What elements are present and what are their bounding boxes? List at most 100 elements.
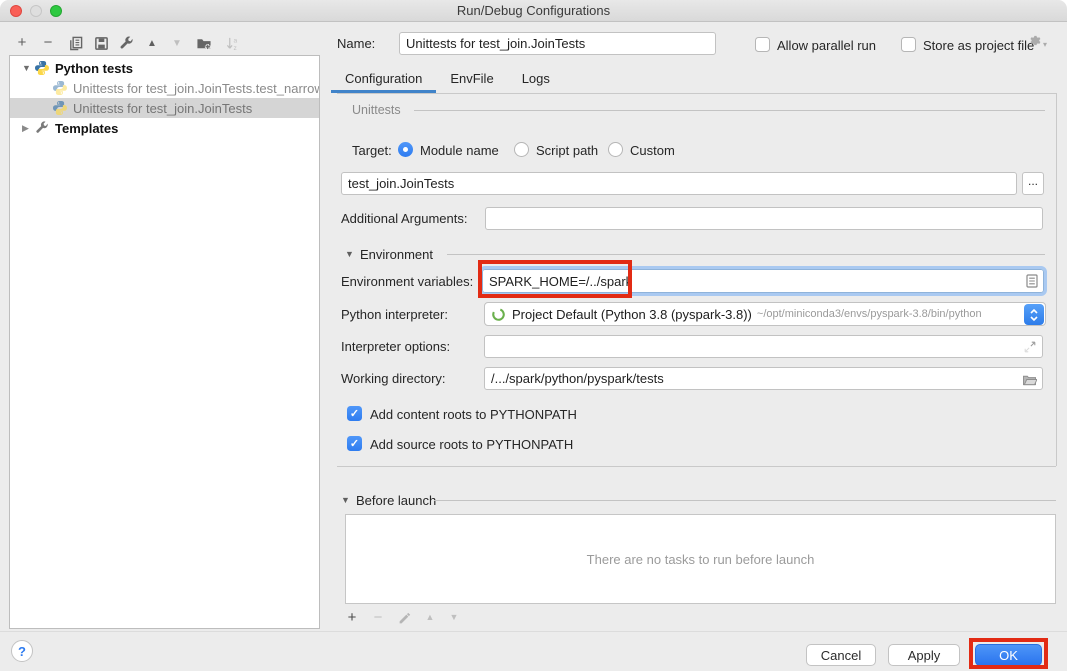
python-icon bbox=[52, 100, 68, 116]
add-content-roots-label[interactable]: Add content roots to PYTHONPATH bbox=[370, 407, 577, 422]
cancel-label: Cancel bbox=[821, 648, 861, 663]
move-down-icon: ▼ bbox=[172, 38, 182, 49]
folder-icon[interactable] bbox=[1022, 373, 1037, 386]
allow-parallel-run-label: Allow parallel run bbox=[777, 38, 876, 53]
help-icon: ? bbox=[18, 644, 26, 659]
section-divider bbox=[434, 500, 1056, 501]
edit-templates-button[interactable] bbox=[117, 34, 135, 52]
tab-envfile[interactable]: EnvFile bbox=[436, 64, 507, 93]
environment-collapse-icon[interactable]: ▼ bbox=[345, 249, 354, 259]
configuration-tabs: Configuration EnvFile Logs bbox=[331, 64, 564, 93]
new-folder-icon bbox=[196, 36, 212, 51]
chevron-expanded-icon[interactable]: ▼ bbox=[22, 63, 34, 73]
footer-divider bbox=[0, 631, 1067, 632]
before-launch-collapse-icon[interactable]: ▼ bbox=[341, 495, 350, 505]
browse-module-button[interactable]: ... bbox=[1022, 172, 1044, 195]
remove-configuration-button[interactable]: − bbox=[39, 33, 57, 51]
tree-item-unittest-test-narrow[interactable]: Unittests for test_join.JoinTests.test_n… bbox=[10, 78, 319, 98]
save-icon bbox=[94, 36, 109, 51]
python-interpreter-select[interactable]: Project Default (Python 3.8 (pyspark-3.8… bbox=[484, 302, 1046, 326]
ok-label: OK bbox=[999, 648, 1018, 663]
cancel-button[interactable]: Cancel bbox=[806, 644, 876, 666]
tab-configuration[interactable]: Configuration bbox=[331, 64, 436, 93]
wrench-icon bbox=[34, 120, 50, 136]
panel-bottom-border bbox=[337, 466, 1056, 467]
browse-variables-icon[interactable] bbox=[1026, 274, 1038, 288]
ellipsis-icon: ... bbox=[1028, 174, 1038, 188]
tree-item-label: Unittests for test_join.JoinTests.test_n… bbox=[73, 81, 319, 96]
copy-configuration-button[interactable] bbox=[66, 34, 84, 52]
run-debug-configurations-dialog: Run/Debug Configurations + − ▲ ▼ az ▼ Py… bbox=[0, 0, 1067, 671]
python-interpreter-value: Project Default (Python 3.8 (pyspark-3.8… bbox=[512, 307, 752, 322]
before-launch-empty-message: There are no tasks to run before launch bbox=[587, 552, 815, 567]
working-directory-label: Working directory: bbox=[341, 371, 446, 386]
move-up-icon: ▲ bbox=[426, 612, 435, 622]
environment-variables-input[interactable]: SPARK_HOME=/../spark bbox=[479, 266, 1047, 296]
interpreter-stepper-icon[interactable] bbox=[1024, 304, 1044, 325]
expand-field-icon[interactable] bbox=[1023, 340, 1037, 354]
svg-text:a: a bbox=[233, 37, 237, 44]
new-folder-button[interactable] bbox=[195, 34, 213, 52]
unittests-group-title: Unittests bbox=[352, 103, 401, 117]
tab-logs[interactable]: Logs bbox=[508, 64, 564, 93]
add-source-roots-checkbox[interactable]: ✓ bbox=[347, 436, 362, 451]
target-custom-radio[interactable] bbox=[608, 142, 623, 157]
add-configuration-button[interactable]: + bbox=[13, 33, 31, 51]
target-module-name-label[interactable]: Module name bbox=[420, 143, 499, 158]
group-divider bbox=[414, 110, 1045, 111]
module-name-input[interactable]: test_join.JoinTests bbox=[341, 172, 1017, 195]
target-script-path-label[interactable]: Script path bbox=[536, 143, 598, 158]
add-icon: + bbox=[18, 34, 27, 51]
store-as-project-file-checkbox[interactable] bbox=[901, 37, 916, 52]
additional-arguments-label: Additional Arguments: bbox=[341, 211, 467, 226]
add-content-roots-checkbox[interactable]: ✓ bbox=[347, 406, 362, 421]
target-script-path-radio[interactable] bbox=[514, 142, 529, 157]
section-divider bbox=[447, 254, 1045, 255]
before-launch-title[interactable]: Before launch bbox=[356, 493, 436, 508]
working-directory-value: /.../spark/python/pyspark/tests bbox=[491, 371, 664, 386]
tree-item-label: Python tests bbox=[55, 61, 133, 76]
apply-button[interactable]: Apply bbox=[888, 644, 960, 666]
sort-configurations-button: az bbox=[224, 34, 242, 52]
interpreter-options-label: Interpreter options: bbox=[341, 339, 450, 354]
add-source-roots-label[interactable]: Add source roots to PYTHONPATH bbox=[370, 437, 573, 452]
tree-item-python-tests[interactable]: ▼ Python tests bbox=[10, 58, 319, 78]
panel-right-border bbox=[1056, 93, 1057, 466]
name-label: Name: bbox=[337, 36, 375, 51]
save-configuration-button[interactable] bbox=[92, 34, 110, 52]
remove-task-button: − bbox=[369, 608, 387, 626]
allow-parallel-run-checkbox[interactable] bbox=[755, 37, 770, 52]
add-task-button[interactable]: + bbox=[343, 608, 361, 626]
name-input[interactable]: Unittests for test_join.JoinTests bbox=[399, 32, 716, 55]
store-as-project-file-label: Store as project file bbox=[923, 38, 1034, 53]
chevron-collapsed-icon[interactable]: ▶ bbox=[22, 123, 34, 134]
edit-task-button bbox=[395, 609, 413, 627]
wrench-icon bbox=[119, 36, 134, 51]
add-icon: + bbox=[348, 609, 357, 626]
window-title: Run/Debug Configurations bbox=[0, 0, 1067, 21]
title-bar[interactable]: Run/Debug Configurations bbox=[0, 0, 1067, 22]
additional-arguments-input[interactable] bbox=[485, 207, 1043, 230]
tree-item-unittest-jointests-selected[interactable]: Unittests for test_join.JoinTests bbox=[10, 98, 319, 118]
help-button[interactable]: ? bbox=[11, 640, 33, 662]
environment-section-title[interactable]: Environment bbox=[360, 247, 433, 262]
python-icon bbox=[34, 60, 50, 76]
dropdown-icon: ▾ bbox=[1043, 40, 1047, 49]
ok-button[interactable]: OK bbox=[975, 644, 1042, 666]
environment-variables-label: Environment variables: bbox=[341, 274, 473, 289]
working-directory-input[interactable]: /.../spark/python/pyspark/tests bbox=[484, 367, 1043, 390]
python-icon bbox=[52, 80, 68, 96]
before-launch-task-list[interactable]: There are no tasks to run before launch bbox=[345, 514, 1056, 604]
tree-item-label: Templates bbox=[55, 121, 118, 136]
gear-icon bbox=[1028, 35, 1042, 49]
store-options-gear-button[interactable]: ▾ bbox=[1028, 35, 1047, 49]
interpreter-options-input[interactable] bbox=[484, 335, 1043, 358]
conda-environment-icon bbox=[491, 307, 506, 322]
target-custom-label[interactable]: Custom bbox=[630, 143, 675, 158]
move-up-button[interactable]: ▲ bbox=[143, 34, 161, 52]
move-up-icon: ▲ bbox=[147, 38, 157, 49]
tree-item-templates[interactable]: ▶ Templates bbox=[10, 118, 319, 138]
apply-label: Apply bbox=[908, 648, 941, 663]
target-label: Target: bbox=[352, 143, 392, 158]
target-module-name-radio[interactable] bbox=[398, 142, 413, 157]
